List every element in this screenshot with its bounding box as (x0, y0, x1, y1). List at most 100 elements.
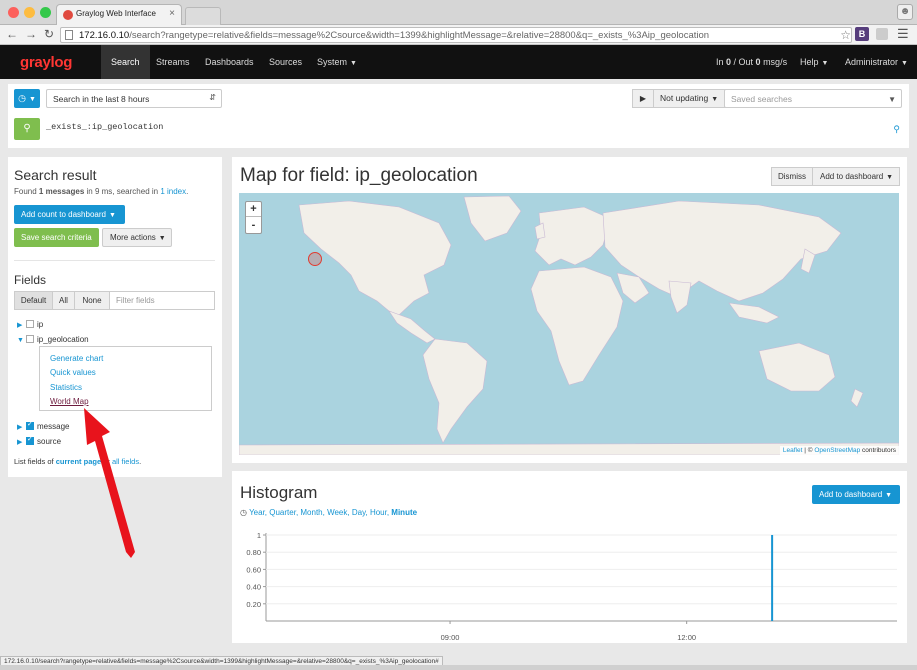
select-arrows-icon: ⇵ (209, 93, 216, 102)
nav-user[interactable]: Administrator ▼ (835, 45, 917, 79)
bookmark-star-icon[interactable]: ☆ (840, 28, 851, 42)
caret-right-icon[interactable]: ▶ (17, 321, 26, 329)
generate-chart-link[interactable]: Generate chart (50, 354, 103, 363)
caret-down-icon: ▼ (158, 235, 166, 242)
caret-down-icon: ▼ (711, 96, 719, 103)
y-tick-label: 0.20 (246, 600, 261, 609)
field-checkbox-checked[interactable] (26, 435, 34, 445)
maximize-window-button[interactable] (40, 7, 51, 18)
caret-down-icon: ▼ (108, 212, 116, 219)
nav-system[interactable]: System ▼ (307, 45, 367, 79)
nav-search[interactable]: Search (101, 45, 150, 79)
caret-down-icon: ▼ (821, 60, 829, 67)
histogram-title: Histogram (240, 483, 318, 502)
throughput-indicator: In 0 / Out 0 msg/s (716, 57, 788, 67)
add-count-to-dashboard-button[interactable]: Add count to dashboard ▼ (14, 205, 125, 224)
statistics-link[interactable]: Statistics (50, 383, 82, 392)
histogram-chart: 1 0.80 0.60 0.40 0.20 09:00 12:00 (246, 531, 897, 641)
dismiss-button[interactable]: Dismiss (771, 167, 813, 186)
zoom-out-button[interactable]: - (246, 218, 261, 233)
x-tick-label: 12:00 (677, 633, 696, 641)
field-row-ip[interactable]: ▶ ip (17, 320, 43, 332)
fields-default-button[interactable]: Default (14, 291, 53, 310)
play-refresh-button[interactable]: ▶ (632, 89, 654, 108)
caret-down-icon[interactable]: ▼ (17, 337, 26, 344)
osm-link[interactable]: OpenStreetMap (814, 447, 860, 454)
saved-searches-select[interactable]: Saved searches ▼ (724, 89, 902, 108)
graylog-favicon-icon (63, 10, 73, 20)
res-week[interactable]: Week (327, 508, 347, 517)
fields-heading: Fields (14, 273, 47, 287)
histogram-add-to-dashboard-button[interactable]: Add to dashboard ▼ (812, 485, 900, 504)
histogram-panel: Histogram Add to dashboard ▼ ◷ Year, Quar… (232, 471, 907, 643)
map-add-to-dashboard-button[interactable]: Add to dashboard ▼ (812, 167, 900, 186)
close-icon[interactable]: × (169, 8, 175, 19)
auto-refresh-dropdown[interactable]: Not updating ▼ (653, 89, 726, 108)
leaflet-link[interactable]: Leaflet (783, 447, 803, 454)
map-tiles (239, 195, 899, 455)
map-panel: Map for field: ip_geolocation Dismiss Ad… (232, 157, 907, 463)
field-checkbox[interactable] (26, 320, 34, 328)
new-tab-button[interactable] (185, 7, 221, 25)
fields-none-button[interactable]: None (74, 291, 110, 310)
nav-streams[interactable]: Streams (146, 45, 200, 79)
minimize-window-button[interactable] (24, 7, 35, 18)
lightbulb-icon[interactable]: ⚲ (893, 124, 900, 135)
graylog-logo[interactable]: graylog (20, 54, 72, 71)
world-map[interactable]: + - Leaflet | © OpenStreetMap contributo… (239, 193, 899, 455)
filter-fields-input[interactable]: Filter fields (109, 291, 215, 310)
current-page-link[interactable]: current page (56, 457, 101, 466)
back-arrow-icon[interactable]: ← (6, 27, 18, 41)
field-row-message[interactable]: ▶message (17, 420, 69, 434)
all-fields-link[interactable]: all fields (112, 457, 139, 466)
res-day[interactable]: Day (352, 508, 366, 517)
profile-icon[interactable]: ☻ (897, 4, 913, 20)
res-minute[interactable]: Minute (391, 508, 417, 517)
index-link[interactable]: 1 index (160, 187, 186, 196)
res-month[interactable]: Month (300, 508, 322, 517)
field-row-source[interactable]: ▶source (17, 435, 61, 449)
nav-dashboards[interactable]: Dashboards (195, 45, 264, 79)
search-query-input[interactable]: _exists_:ip_geolocation (46, 122, 163, 132)
search-button[interactable]: ⚲ (14, 118, 40, 140)
range-value: Search in the last 8 hours (53, 94, 150, 104)
map-title: Map for field: ip_geolocation (240, 165, 478, 186)
fields-all-button[interactable]: All (52, 291, 75, 310)
quick-values-link[interactable]: Quick values (50, 368, 96, 377)
hamburger-menu-icon[interactable]: ☰ (897, 26, 909, 42)
clock-icon: ◷ (240, 508, 247, 517)
forward-arrow-icon[interactable]: → (25, 27, 37, 41)
map-attribution: Leaflet | © OpenStreetMap contributors (779, 446, 899, 455)
chevron-down-icon: ▼ (888, 95, 896, 104)
browser-tab[interactable]: Graylog Web Interface × (56, 4, 182, 25)
caret-down-icon: ▼ (901, 60, 908, 67)
close-window-button[interactable] (8, 7, 19, 18)
caret-right-icon[interactable]: ▶ (17, 438, 26, 446)
search-icon: ⚲ (23, 123, 31, 134)
nav-help[interactable]: Help ▼ (790, 45, 838, 79)
search-result-sidebar: Search result Found 1 messages in 9 ms, … (8, 157, 222, 477)
field-checkbox-checked[interactable] (26, 420, 34, 430)
field-checkbox[interactable] (26, 335, 34, 343)
x-tick-label: 09:00 (441, 633, 460, 641)
found-summary: Found 1 messages in 9 ms, searched in 1 … (14, 187, 189, 196)
range-type-button[interactable]: ◷ ▼ (14, 89, 40, 108)
search-bar-panel: ◷ ▼ Search in the last 8 hours ⇵ ▶ Not up… (8, 84, 909, 148)
relative-range-select[interactable]: Search in the last 8 hours ⇵ (46, 89, 222, 108)
res-quarter[interactable]: Quarter (269, 508, 296, 517)
bootstrap-extension-icon[interactable]: B (855, 27, 869, 41)
field-actions-menu: Generate chart Quick values Statistics W… (39, 346, 212, 411)
more-actions-button[interactable]: More actions ▼ (102, 228, 172, 247)
page-icon (65, 30, 73, 40)
address-bar[interactable]: 172.16.0.10/search?rangetype=relative&fi… (60, 27, 852, 43)
reload-icon[interactable]: ↻ (44, 27, 54, 41)
nav-sources[interactable]: Sources (259, 45, 312, 79)
url-text: 172.16.0.10/search?rangetype=relative&fi… (79, 30, 710, 41)
save-search-criteria-button[interactable]: Save search criteria (14, 228, 99, 247)
caret-right-icon[interactable]: ▶ (17, 423, 26, 431)
world-map-link[interactable]: World Map (50, 397, 89, 406)
res-hour[interactable]: Hour (370, 508, 387, 517)
zoom-in-button[interactable]: + (246, 202, 261, 217)
extension-icon[interactable] (876, 28, 888, 40)
res-year[interactable]: Year (249, 508, 265, 517)
